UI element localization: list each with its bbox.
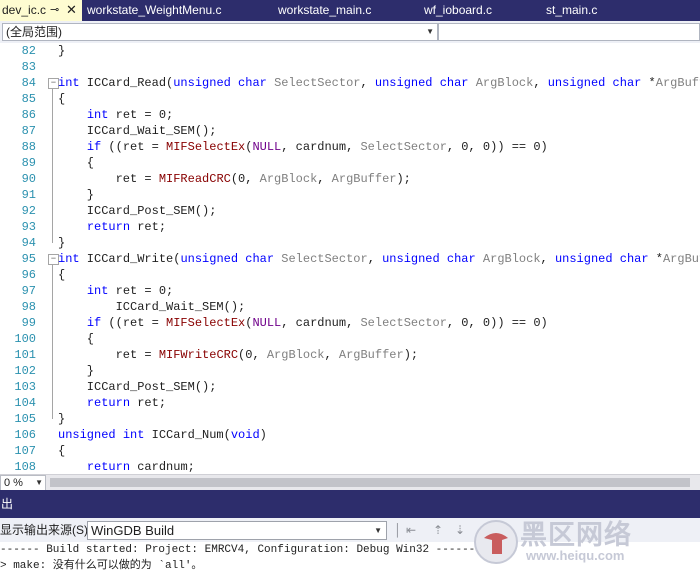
navigation-bar: (全局范围) ▼ <box>0 21 700 44</box>
line-number: 86 <box>21 108 36 122</box>
line-number-gutter: 82 83 84−85 86 87 88 89 90 91 92 93 94 95−96 97 98 99 10… <box>0 43 59 474</box>
code-line: if ((ret = MIFSelectEx(NULL, cardnum, Se… <box>86 316 548 330</box>
tab-label: dev_ic.c <box>2 3 47 17</box>
watermark-icon <box>474 520 518 564</box>
output-line: > make: 没有什么可以做的为 `all'。 <box>0 560 203 572</box>
line-number: 101 <box>14 348 36 362</box>
code-editor[interactable]: 82 83 84−85 86 87 88 89 90 91 92 93 94 95−96 97 98 99 10… <box>0 43 700 474</box>
chevron-down-icon: ▼ <box>35 478 43 487</box>
code-line: int ret = 0; <box>86 108 174 122</box>
line-number: 104 <box>14 396 36 410</box>
code-line: { <box>58 444 66 458</box>
code-line: return ret; <box>86 220 167 234</box>
tab-st-main[interactable]: st_main.c <box>546 0 597 21</box>
line-number: 91 <box>21 188 36 202</box>
tab-workstate-weightmenu[interactable]: workstate_WeightMenu.c <box>87 0 222 21</box>
line-number: 95 <box>21 252 36 266</box>
code-line: } <box>58 188 95 202</box>
code-line: int ICCard_Read(unsigned char SelectSect… <box>58 76 700 90</box>
line-number: 88 <box>21 140 36 154</box>
line-number: 108 <box>14 460 36 474</box>
watermark-text: 黑区网络 <box>520 520 632 550</box>
line-number: 107 <box>14 444 36 458</box>
code-line: } <box>58 236 66 250</box>
code-line: int ICCard_Write(unsigned char SelectSec… <box>58 252 700 266</box>
watermark-url: www.heiqu.com <box>526 548 625 563</box>
fold-guide <box>52 88 53 243</box>
next-message-icon[interactable]: ⇣ <box>452 522 468 538</box>
code-line: ICCard_Wait_SEM(); <box>58 124 217 138</box>
chevron-down-icon: ▼ <box>426 27 434 36</box>
fold-guide <box>52 264 53 419</box>
output-source-label: 显示输出来源(S): <box>0 523 92 537</box>
tab-workstate-main[interactable]: workstate_main.c <box>278 0 371 21</box>
code-line: { <box>58 156 95 170</box>
line-number: 102 <box>14 364 36 378</box>
line-number: 98 <box>21 300 36 314</box>
horizontal-scrollbar[interactable] <box>50 478 690 487</box>
editor-bottom-bar: 0 % ▼ <box>0 474 700 492</box>
output-panel-title: 出 <box>1 497 14 511</box>
code-line: ret = MIFReadCRC(0, ArgBlock, ArgBuffer)… <box>58 172 411 186</box>
code-line: { <box>58 332 95 346</box>
close-icon[interactable]: ✕ <box>66 0 77 20</box>
member-dropdown[interactable] <box>438 23 700 41</box>
line-number: 103 <box>14 380 36 394</box>
scope-dropdown[interactable]: (全局范围) ▼ <box>2 23 438 41</box>
output-source-dropdown[interactable]: WinGDB Build ▼ <box>87 521 387 540</box>
code-line: ret = MIFWriteCRC(0, ArgBlock, ArgBuffer… <box>58 348 419 362</box>
line-number: 90 <box>21 172 36 186</box>
line-number: 87 <box>21 124 36 138</box>
code-line: if ((ret = MIFSelectEx(NULL, cardnum, Se… <box>86 140 548 154</box>
code-line: } <box>58 44 66 58</box>
line-number: 100 <box>14 332 36 346</box>
line-number: 105 <box>14 412 36 426</box>
line-number: 94 <box>21 236 36 250</box>
code-line: ICCard_Post_SEM(); <box>58 204 217 218</box>
line-number: 99 <box>21 316 36 330</box>
code-line: ICCard_Post_SEM(); <box>58 380 217 394</box>
output-source-value: WinGDB Build <box>91 523 175 538</box>
code-line: int ret = 0; <box>86 284 174 298</box>
code-line: return cardnum; <box>86 460 195 474</box>
code-line: unsigned int ICCard_Num(void) <box>58 428 267 442</box>
code-line: { <box>58 92 66 106</box>
find-message-icon[interactable]: ⇤ <box>403 522 419 538</box>
code-line: } <box>58 412 66 426</box>
tab-dev-ic[interactable]: dev_ic.c ⊸ ✕ <box>0 0 82 21</box>
code-line: } <box>58 364 95 378</box>
tab-wf-ioboard[interactable]: wf_ioboard.c <box>424 0 492 21</box>
line-number: 96 <box>21 268 36 282</box>
scope-value: (全局范围) <box>6 25 62 39</box>
line-number: 97 <box>21 284 36 298</box>
watermark-logo: 黑区网络 www.heiqu.com <box>470 512 700 576</box>
output-line: ------ Build started: Project: EMRCV4, C… <box>0 544 476 556</box>
line-number: 82 <box>21 44 36 58</box>
line-number: 89 <box>21 156 36 170</box>
chevron-down-icon: ▼ <box>374 526 382 535</box>
document-tab-bar: dev_ic.c ⊸ ✕ workstate_WeightMenu.c work… <box>0 0 700 21</box>
line-number: 83 <box>21 60 36 74</box>
line-number: 106 <box>14 428 36 442</box>
line-number: 92 <box>21 204 36 218</box>
pin-icon[interactable]: ⊸ <box>50 0 59 20</box>
code-line: return ret; <box>86 396 167 410</box>
code-line: ICCard_Wait_SEM(); <box>58 300 246 314</box>
zoom-value: 0 % <box>4 477 23 489</box>
code-line: { <box>58 268 66 282</box>
line-number: 85 <box>21 92 36 106</box>
line-number: 84 <box>21 76 36 90</box>
line-number: 93 <box>21 220 36 234</box>
previous-message-icon[interactable]: ⇡ <box>430 522 446 538</box>
